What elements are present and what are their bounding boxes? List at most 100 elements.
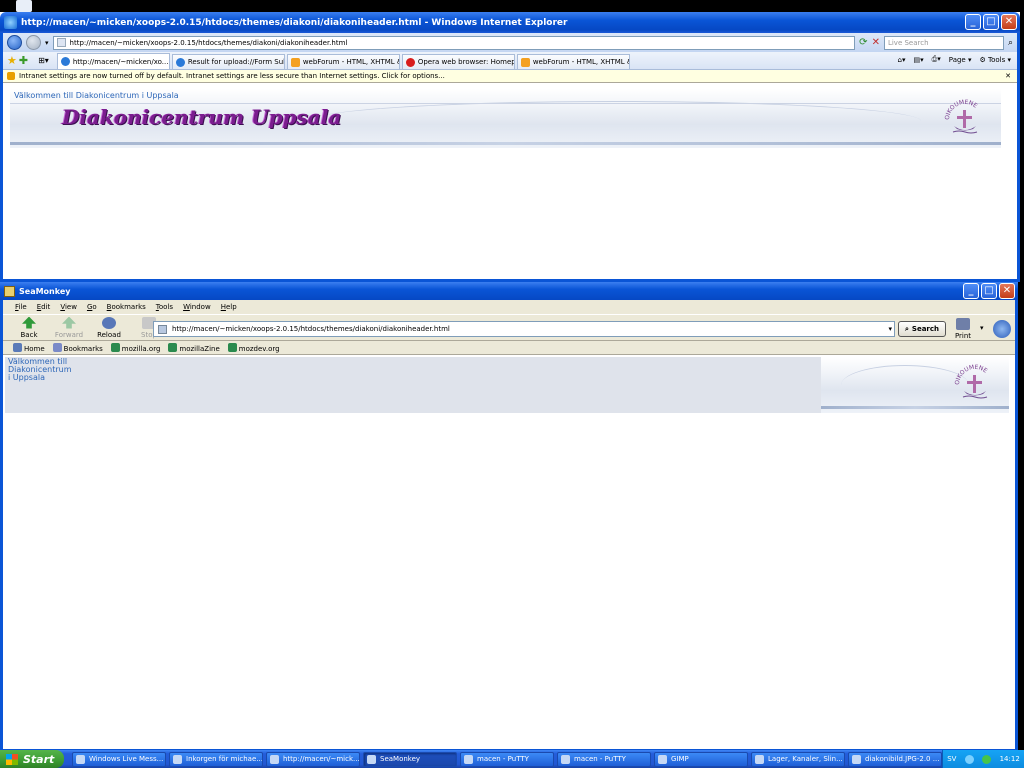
tools-menu[interactable]: ⚙ Tools ▾ xyxy=(979,56,1011,64)
print-button[interactable]: Print xyxy=(948,318,978,340)
menu-help[interactable]: Help xyxy=(221,303,237,311)
forward-label: Forward xyxy=(54,330,84,339)
stop-icon[interactable]: ✕ xyxy=(872,37,880,48)
minimize-button[interactable]: _ xyxy=(965,14,981,30)
tab-5[interactable]: webForum - HTML, XHTML & ... xyxy=(516,54,630,69)
task-ie[interactable]: http://macen/~mick... xyxy=(266,751,360,767)
home-icon[interactable]: ⌂▾ xyxy=(898,56,906,64)
gimp-icon xyxy=(755,754,764,764)
menu-view[interactable]: View xyxy=(60,303,77,311)
menu-file[interactable]: File xyxy=(15,303,27,311)
maximize-button[interactable]: □ xyxy=(981,283,997,299)
tab-label: Opera web browser: Homep... xyxy=(417,58,515,66)
task-label: diakonibild.JPG-2.0 ... xyxy=(865,755,940,763)
language-indicator[interactable]: SV xyxy=(947,755,956,763)
task-seamonkey[interactable]: SeaMonkey xyxy=(363,751,457,767)
add-favorite-icon[interactable]: ✚ xyxy=(19,54,28,67)
task-putty-1[interactable]: macen - PuTTY xyxy=(460,751,554,767)
site-title: Diakonicentrum Uppsala xyxy=(62,105,342,129)
task-gimp-layers[interactable]: Lager, Kanaler, Slin... xyxy=(751,751,845,767)
menu-edit[interactable]: Edit xyxy=(37,303,51,311)
print-icon[interactable]: ⎙▾ xyxy=(932,55,941,64)
site-header-banner: Välkommen till Diakonicentrum i Uppsala … xyxy=(10,89,1001,148)
banner-wave xyxy=(841,365,969,385)
ie-address-bar[interactable]: http://macen/~micken/xoops-2.0.15/htdocs… xyxy=(52,35,856,50)
bookmark-label: mozilla.org xyxy=(121,344,161,353)
network-icon[interactable] xyxy=(964,754,974,764)
bookmark-home[interactable]: Home xyxy=(13,342,45,353)
ie-nav-bar: ▾ http://macen/~micken/xoops-2.0.15/htdo… xyxy=(3,33,1017,52)
start-button[interactable]: Start xyxy=(0,750,64,768)
tab-1[interactable]: http://macen/~micken/xo...✕ xyxy=(56,53,170,69)
quick-tabs-icon[interactable]: ⊞▾ xyxy=(38,56,49,65)
task-label: Inkorgen för michae... xyxy=(186,755,263,763)
back-button[interactable] xyxy=(7,35,22,50)
oikoumene-logo: OIKOUMENE xyxy=(953,361,997,405)
history-dropdown-icon[interactable]: ▾ xyxy=(45,39,49,47)
menu-tools[interactable]: Tools xyxy=(156,303,173,311)
address-dropdown-icon[interactable]: ▾ xyxy=(888,325,892,333)
back-button[interactable]: Back xyxy=(9,316,49,339)
desktop-icon[interactable] xyxy=(16,0,32,12)
infobar-close-icon[interactable]: ✕ xyxy=(1005,72,1011,80)
ie-window: http://macen/~micken/xoops-2.0.15/htdocs… xyxy=(0,12,1020,282)
menu-window[interactable]: Window xyxy=(183,303,211,311)
bookmark-mozilla[interactable]: mozilla.org xyxy=(110,342,161,353)
menu-go[interactable]: Go xyxy=(87,303,97,311)
messenger-tray-icon[interactable] xyxy=(982,754,992,764)
search-placeholder: Live Search xyxy=(887,38,929,47)
reload-button[interactable]: Reload xyxy=(89,316,129,339)
search-button[interactable]: ⌕ Search xyxy=(898,321,946,337)
close-button[interactable]: ✕ xyxy=(999,283,1015,299)
task-gimp[interactable]: GIMP xyxy=(654,751,748,767)
refresh-icon[interactable]: ⟳ xyxy=(859,37,867,48)
bookmark-mozdev[interactable]: mozdev.org xyxy=(227,342,280,353)
search-icon[interactable]: ⌕ xyxy=(1008,38,1013,48)
seamonkey-title-bar[interactable]: SeaMonkey _ □ ✕ xyxy=(0,282,1018,300)
favorites-star-icon[interactable]: ★ xyxy=(7,54,17,67)
bookmark-label: Bookmarks xyxy=(63,344,103,353)
bookmark-label: mozillaZine xyxy=(179,344,220,353)
task-gimp-image[interactable]: diakonibild.JPG-2.0 ... xyxy=(848,751,942,767)
start-label: Start xyxy=(23,752,55,766)
bookmark-bookmarks[interactable]: Bookmarks xyxy=(52,342,103,353)
gimp-icon xyxy=(852,754,861,764)
feeds-icon[interactable]: ▤▾ xyxy=(914,56,924,64)
close-button[interactable]: ✕ xyxy=(1001,14,1017,30)
task-inbox[interactable]: Inkorgen för michae... xyxy=(169,751,263,767)
maximize-button[interactable]: □ xyxy=(983,14,999,30)
bookmark-icon xyxy=(227,342,237,352)
banner-wave xyxy=(310,101,921,121)
ie-information-bar[interactable]: Intranet settings are now turned off by … xyxy=(3,70,1017,83)
ie-search-input[interactable]: Live Search xyxy=(883,35,1004,50)
system-tray: SV 14:12 xyxy=(942,750,1024,768)
site-icon xyxy=(158,324,167,334)
personal-toolbar: Home Bookmarks mozilla.org mozillaZine m… xyxy=(3,341,1015,355)
print-dropdown-icon[interactable]: ▾ xyxy=(980,324,984,332)
ie-tab-bar: ★ ✚ ⊞▾ http://macen/~micken/xo...✕ Resul… xyxy=(3,52,1017,70)
tab-label: Result for upload://Form Sub... xyxy=(187,58,285,66)
ie-title-bar[interactable]: http://macen/~micken/xoops-2.0.15/htdocs… xyxy=(0,12,1020,33)
page-menu[interactable]: Page ▾ xyxy=(949,56,972,64)
seamonkey-address-bar[interactable]: http://macen/~micken/xoops-2.0.15/htdocs… xyxy=(153,321,895,337)
task-label: Lager, Kanaler, Slin... xyxy=(768,755,843,763)
forward-button[interactable] xyxy=(26,35,41,50)
tab-2[interactable]: Result for upload://Form Sub... xyxy=(171,54,285,69)
tab-4[interactable]: Opera web browser: Homep... xyxy=(401,54,515,69)
task-putty-2[interactable]: macen - PuTTY xyxy=(557,751,651,767)
minimize-button[interactable]: _ xyxy=(963,283,979,299)
forward-button[interactable]: Forward xyxy=(49,316,89,339)
task-live-messenger[interactable]: Windows Live Mess... xyxy=(72,751,166,767)
banner-bottom-stripe xyxy=(821,406,1009,409)
welcome-line: i Uppsala xyxy=(8,373,45,382)
opera-icon xyxy=(405,57,415,67)
task-label: Windows Live Mess... xyxy=(89,755,164,763)
ie-logo-icon xyxy=(4,16,17,29)
oikoumene-logo: OIKOUMENE xyxy=(943,96,987,140)
back-label: Back xyxy=(20,330,38,339)
seamonkey-frame: File Edit View Go Bookmarks Tools Window… xyxy=(0,300,1018,752)
bookmark-mozillazine[interactable]: mozillaZine xyxy=(168,342,220,353)
menu-bookmarks[interactable]: Bookmarks xyxy=(107,303,146,311)
tab-3[interactable]: webForum - HTML, XHTML & ... xyxy=(286,54,400,69)
tab-close-icon[interactable]: ✕ xyxy=(168,58,169,66)
